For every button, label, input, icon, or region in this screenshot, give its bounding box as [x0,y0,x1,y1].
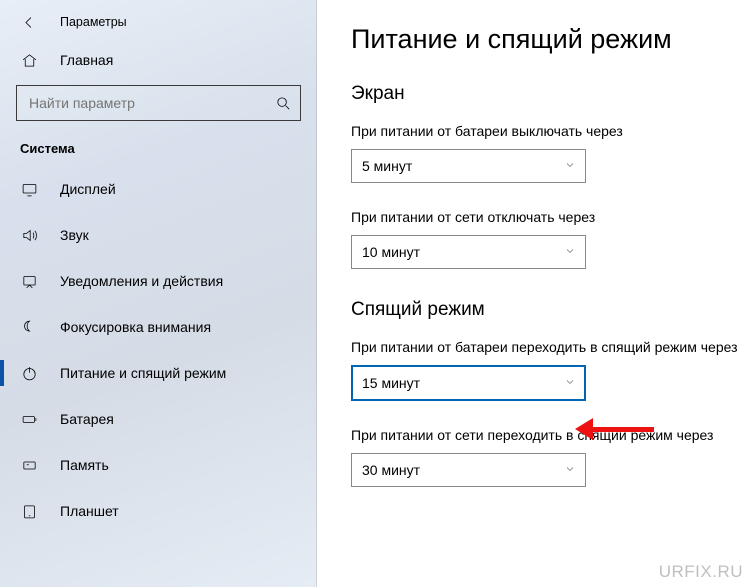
chevron-down-icon [564,244,576,260]
sound-icon [20,226,38,244]
battery-icon [20,410,38,428]
back-icon[interactable] [20,13,38,31]
home-label: Главная [60,52,113,68]
nav-item-tablet[interactable]: Планшет [0,488,317,534]
home-icon [20,51,38,69]
display-icon [20,180,38,198]
category-label: Система [0,141,317,166]
search-icon [274,94,292,112]
sidebar: Параметры Главная Система Дисплей Звук [0,0,317,587]
field-screen-battery: При питании от батареи выключать через 5… [351,123,751,183]
notification-icon [20,272,38,290]
select-value: 10 минут [362,244,420,260]
field-screen-ac: При питании от сети отключать через 10 м… [351,209,751,269]
home-button[interactable]: Главная [0,41,317,81]
nav-item-focus[interactable]: Фокусировка внимания [0,304,317,350]
nav-label: Дисплей [60,181,116,197]
select-sleep-ac[interactable]: 30 минут [351,453,586,487]
page-title: Питание и спящий режим [351,24,751,55]
nav-list: Дисплей Звук Уведомления и действия Фоку… [0,166,317,534]
watermark: URFIX.RU [659,562,743,582]
nav-label: Память [60,457,109,473]
chevron-down-icon [564,375,576,391]
section-sleep: Спящий режим При питании от батареи пере… [351,299,751,487]
field-sleep-ac: При питании от сети переходить в спящий … [351,427,751,487]
nav-label: Батарея [60,411,114,427]
label-screen-ac: При питании от сети отключать через [351,209,751,225]
tablet-icon [20,502,38,520]
nav-item-sound[interactable]: Звук [0,212,317,258]
nav-item-notifications[interactable]: Уведомления и действия [0,258,317,304]
label-screen-battery: При питании от батареи выключать через [351,123,751,139]
select-value: 5 минут [362,158,412,174]
nav-label: Планшет [60,503,119,519]
nav-label: Фокусировка внимания [60,319,211,335]
select-screen-battery[interactable]: 5 минут [351,149,586,183]
power-icon [20,364,38,382]
label-sleep-battery: При питании от батареи переходить в спящ… [351,339,751,355]
section-screen: Экран При питании от батареи выключать ч… [351,83,751,269]
main-content: Питание и спящий режим Экран При питании… [317,0,751,587]
label-sleep-ac: При питании от сети переходить в спящий … [351,427,751,443]
select-sleep-battery[interactable]: 15 минут [351,365,586,401]
chevron-down-icon [564,158,576,174]
storage-icon [20,456,38,474]
search-input[interactable] [27,94,274,112]
select-value: 15 минут [362,375,420,391]
header-row: Параметры [0,0,317,41]
nav-label: Уведомления и действия [60,273,223,289]
nav-item-battery[interactable]: Батарея [0,396,317,442]
nav-label: Звук [60,227,89,243]
nav-item-storage[interactable]: Память [0,442,317,488]
nav-item-display[interactable]: Дисплей [0,166,317,212]
nav-label: Питание и спящий режим [60,365,226,381]
chevron-down-icon [564,462,576,478]
focus-icon [20,318,38,336]
section-title-screen: Экран [351,83,751,105]
select-value: 30 минут [362,462,420,478]
section-title-sleep: Спящий режим [351,299,751,321]
select-screen-ac[interactable]: 10 минут [351,235,586,269]
search-box[interactable] [16,85,301,121]
field-sleep-battery: При питании от батареи переходить в спящ… [351,339,751,401]
nav-item-power[interactable]: Питание и спящий режим [0,350,317,396]
window-title: Параметры [60,15,127,29]
